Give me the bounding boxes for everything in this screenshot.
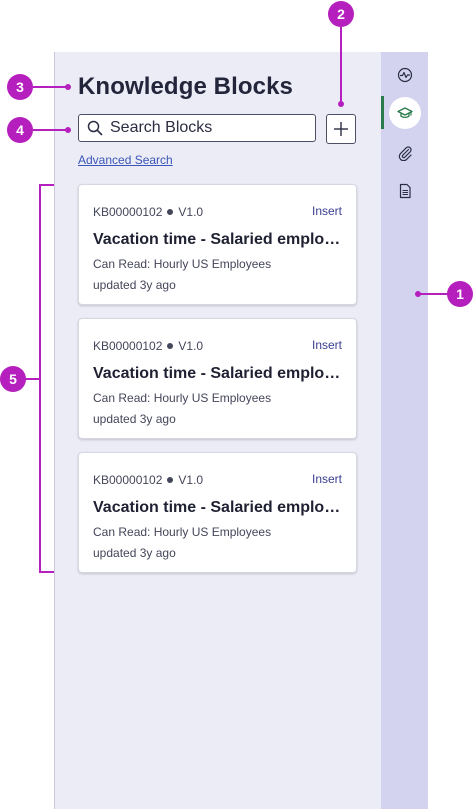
callout-3: 3 bbox=[7, 74, 33, 100]
active-indicator bbox=[381, 96, 384, 129]
add-block-button[interactable] bbox=[326, 114, 356, 144]
search-icon bbox=[87, 120, 103, 136]
rail-knowledge-button[interactable] bbox=[389, 97, 421, 129]
rail-activity-button[interactable] bbox=[389, 59, 421, 91]
card-updated: updated 3y ago bbox=[93, 278, 176, 292]
card-permission: Can Read: Hourly US Employees bbox=[93, 391, 272, 405]
graduation-cap-icon bbox=[397, 107, 413, 119]
callout-5-bracket-bottom bbox=[39, 571, 54, 573]
document-icon bbox=[399, 183, 411, 199]
callout-5: 5 bbox=[0, 366, 26, 392]
insert-link[interactable]: Insert bbox=[312, 472, 342, 486]
knowledge-card[interactable]: KB00000102 V1.0 Insert Vacation time - Sa… bbox=[78, 318, 357, 439]
insert-link[interactable]: Insert bbox=[312, 204, 342, 218]
card-updated: updated 3y ago bbox=[93, 412, 176, 426]
card-version: V1.0 bbox=[178, 205, 204, 219]
card-version: V1.0 bbox=[178, 339, 204, 353]
callout-2-anchor bbox=[338, 101, 344, 107]
callout-3-anchor bbox=[65, 84, 71, 90]
card-id: KB00000102 bbox=[93, 205, 163, 219]
callout-4: 4 bbox=[7, 117, 33, 143]
knowledge-card[interactable]: KB00000102 V1.0 Insert Vacation time - Sa… bbox=[78, 452, 357, 573]
card-id: KB00000102 bbox=[93, 473, 163, 487]
knowledge-card[interactable]: KB00000102 V1.0 Insert Vacation time - Sa… bbox=[78, 184, 357, 305]
rail-documents-button[interactable] bbox=[389, 175, 421, 207]
callout-3-line bbox=[33, 86, 66, 88]
search-box[interactable] bbox=[78, 114, 316, 142]
insert-link[interactable]: Insert bbox=[312, 338, 342, 352]
rail-attachments-button[interactable] bbox=[389, 137, 421, 169]
card-version: V1.0 bbox=[178, 473, 204, 487]
card-id: KB00000102 bbox=[93, 339, 163, 353]
callout-1-line bbox=[418, 293, 448, 295]
panel-title: Knowledge Blocks bbox=[78, 73, 293, 100]
separator-dot bbox=[167, 209, 174, 215]
card-title[interactable]: Vacation time - Salaried employe... bbox=[93, 365, 343, 383]
plus-icon bbox=[334, 122, 348, 136]
card-updated: updated 3y ago bbox=[93, 546, 176, 560]
side-rail bbox=[381, 52, 428, 809]
search-input[interactable] bbox=[110, 119, 300, 137]
activity-icon bbox=[397, 67, 413, 83]
card-title[interactable]: Vacation time - Salaried employe... bbox=[93, 231, 343, 249]
card-meta: KB00000102 V1.0 bbox=[93, 473, 203, 487]
card-permission: Can Read: Hourly US Employees bbox=[93, 257, 272, 271]
callout-1: 1 bbox=[447, 281, 473, 307]
callout-2: 2 bbox=[328, 1, 354, 27]
card-permission: Can Read: Hourly US Employees bbox=[93, 525, 272, 539]
card-meta: KB00000102 V1.0 bbox=[93, 205, 203, 219]
callout-5-line bbox=[26, 378, 40, 380]
advanced-search-link[interactable]: Advanced Search bbox=[78, 153, 173, 167]
callout-4-anchor bbox=[65, 127, 71, 133]
card-title[interactable]: Vacation time - Salaried employe... bbox=[93, 499, 343, 517]
callout-5-bracket-top bbox=[39, 184, 54, 186]
callout-2-line bbox=[340, 27, 342, 102]
separator-dot bbox=[167, 477, 174, 483]
paperclip-icon bbox=[398, 146, 412, 161]
card-meta: KB00000102 V1.0 bbox=[93, 339, 203, 353]
separator-dot bbox=[167, 343, 174, 349]
callout-4-line bbox=[33, 129, 66, 131]
